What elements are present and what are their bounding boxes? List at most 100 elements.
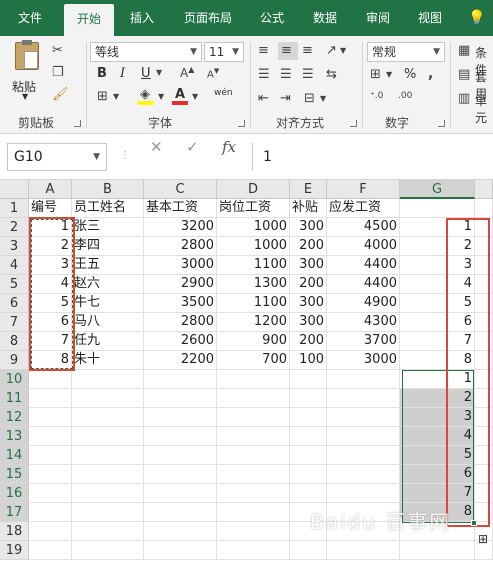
cell-stub[interactable] [475,199,493,218]
cell-d18[interactable] [217,522,290,541]
cell-a3[interactable]: 2 [29,237,72,256]
cell-a15[interactable] [29,465,72,484]
fill-color-button[interactable]: ◈ [138,86,156,106]
cell-f4[interactable]: 4400 [327,256,400,275]
cell-d4[interactable]: 1100 [217,256,290,275]
align-right-icon[interactable]: ☰ [302,68,314,81]
chevron-down-icon[interactable]: ▼ [386,71,392,79]
italic-button[interactable]: I [120,66,125,81]
cell-a7[interactable]: 6 [29,313,72,332]
cell-d8[interactable]: 900 [217,332,290,351]
cell-d7[interactable]: 1200 [217,313,290,332]
cell-a5[interactable]: 4 [29,275,72,294]
align-top-icon[interactable]: ≡ [258,44,269,57]
cell-e14[interactable] [290,446,327,465]
cell-f7[interactable]: 4300 [327,313,400,332]
cell-f13[interactable] [327,427,400,446]
row-header-12[interactable]: 12 [0,408,29,427]
orientation-icon[interactable]: ↗ [326,44,337,57]
cell-stub[interactable] [475,503,493,522]
cell-g11[interactable]: 2 [400,389,475,408]
cell-c14[interactable] [144,446,217,465]
row-header-6[interactable]: 6 [0,294,29,313]
merge-center-icon[interactable]: ⊟ [304,92,315,105]
cell-b11[interactable] [72,389,144,408]
row-header-5[interactable]: 5 [0,275,29,294]
font-shrink-icon[interactable]: A▼ [207,68,219,80]
cell-g16[interactable]: 7 [400,484,475,503]
cell-a14[interactable] [29,446,72,465]
decrease-indent-icon[interactable]: ⇤ [258,92,269,105]
cell-b12[interactable] [72,408,144,427]
cell-g7[interactable]: 6 [400,313,475,332]
cell-e5[interactable]: 200 [290,275,327,294]
column-header-stub[interactable] [475,180,493,199]
cell-e1[interactable]: 补贴 [290,199,327,218]
cell-a6[interactable]: 5 [29,294,72,313]
bold-button[interactable]: B [97,66,107,81]
row-header-15[interactable]: 15 [0,465,29,484]
cell-a17[interactable] [29,503,72,522]
number-launcher-icon[interactable] [438,120,445,127]
cell-d1[interactable]: 岗位工资 [217,199,290,218]
tab-file[interactable]: 文件 [8,0,52,36]
cell-g15[interactable]: 6 [400,465,475,484]
cell-d11[interactable] [217,389,290,408]
cell-d9[interactable]: 700 [217,351,290,370]
cell-d10[interactable] [217,370,290,389]
cell-g19[interactable] [400,541,475,560]
cell-e3[interactable]: 200 [290,237,327,256]
chevron-down-icon[interactable]: ▼ [192,93,198,101]
cell-a9[interactable]: 8 [29,351,72,370]
cell-b1[interactable]: 员工姓名 [72,199,144,218]
row-header-13[interactable]: 13 [0,427,29,446]
format-as-table-icon[interactable]: ▤ [458,68,470,81]
cell-f8[interactable]: 3700 [327,332,400,351]
column-header-c[interactable]: C [144,180,217,199]
chevron-down-icon[interactable]: ▼ [113,93,119,101]
row-header-10[interactable]: 10 [0,370,29,389]
fill-handle[interactable] [471,520,477,526]
paste-button[interactable]: 粘贴 ▼ [10,40,44,101]
cell-a4[interactable]: 3 [29,256,72,275]
cell-stub[interactable] [475,446,493,465]
alignment-launcher-icon[interactable] [350,120,357,127]
cell-e11[interactable] [290,389,327,408]
cell-e2[interactable]: 300 [290,218,327,237]
cell-stub[interactable] [475,294,493,313]
cell-c7[interactable]: 2800 [144,313,217,332]
cell-e19[interactable] [290,541,327,560]
row-header-3[interactable]: 3 [0,237,29,256]
clipboard-launcher-icon[interactable] [74,120,81,127]
cell-f3[interactable]: 4000 [327,237,400,256]
cell-stub[interactable] [475,313,493,332]
cell-e16[interactable] [290,484,327,503]
cell-d19[interactable] [217,541,290,560]
cell-g14[interactable]: 5 [400,446,475,465]
cell-a19[interactable] [29,541,72,560]
cell-c9[interactable]: 2200 [144,351,217,370]
cell-b19[interactable] [72,541,144,560]
cell-stub[interactable] [475,275,493,294]
insert-function-button[interactable]: fx [222,138,236,156]
cell-f1[interactable]: 应发工资 [327,199,400,218]
cell-f6[interactable]: 4900 [327,294,400,313]
cell-f16[interactable] [327,484,400,503]
cell-a2[interactable]: 1 [29,218,72,237]
cell-g12[interactable]: 3 [400,408,475,427]
row-header-1[interactable]: 1 [0,199,29,218]
name-box[interactable]: G10 ▼ [7,143,107,171]
cell-g10[interactable]: 1 [400,370,475,389]
select-all-corner[interactable] [0,180,29,199]
cell-c4[interactable]: 3000 [144,256,217,275]
cell-d6[interactable]: 1100 [217,294,290,313]
cell-c1[interactable]: 基本工资 [144,199,217,218]
cell-b18[interactable] [72,522,144,541]
copy-icon[interactable]: ❐ [52,66,64,79]
cell-f9[interactable]: 3000 [327,351,400,370]
cell-a11[interactable] [29,389,72,408]
tab-home[interactable]: 开始 [64,4,114,36]
cell-stub[interactable] [475,332,493,351]
tab-formulas[interactable]: 公式 [252,0,292,36]
row-header-8[interactable]: 8 [0,332,29,351]
